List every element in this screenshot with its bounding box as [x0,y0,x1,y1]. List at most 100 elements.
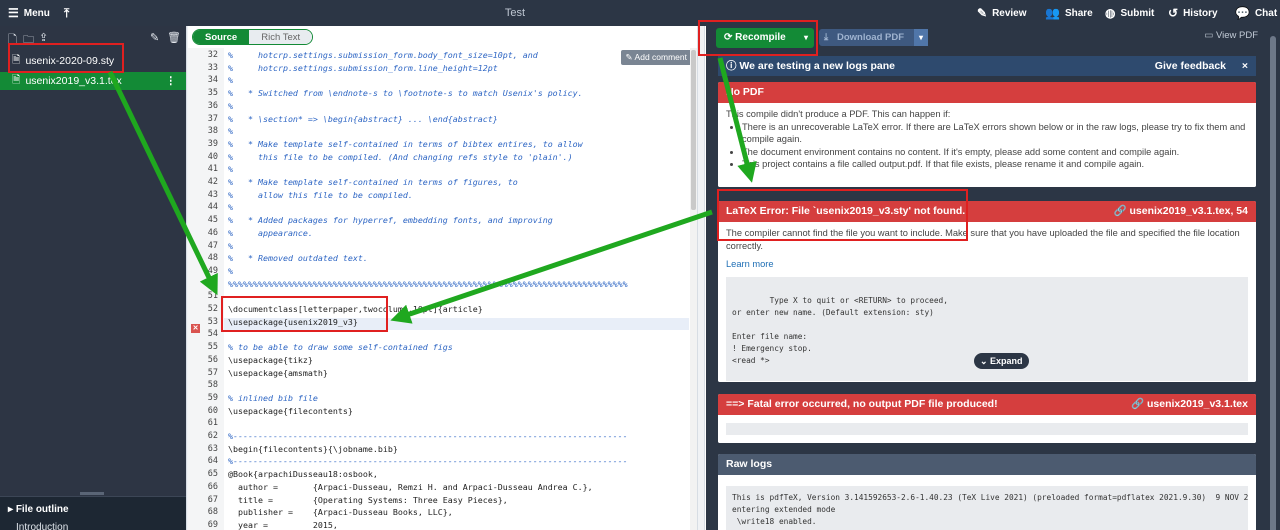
rename-icon[interactable]: ✎ [150,31,159,44]
code-line[interactable]: % [228,265,233,277]
download-icon: ⤓ [824,32,829,43]
reason-item: The document environment contains no con… [742,146,1248,159]
annotation-box-recompile [698,20,818,56]
line-gutter: 32 33 34 35 36 37 38 39 40 41 42 43 44 45 46 47 48 49 50 51… [188,48,224,530]
code-line[interactable]: % appearance. [228,227,313,239]
line-number: 60 [207,405,218,416]
logs-info-banner: ⓘ We are testing a new logs pane Give fe… [718,56,1256,76]
line-number: 47 [207,240,218,251]
code-line[interactable]: % hotcrp.settings.submission_form.body_f… [228,49,538,61]
info-icon: ⓘ [726,60,737,72]
project-title: Test [504,7,526,19]
code-line[interactable]: % [228,240,233,252]
line-number: 58 [207,380,218,391]
chevron-down-icon[interactable]: ▾ [914,29,929,46]
line-number: 32 [207,50,218,60]
raw-logs-header[interactable]: Raw logs [718,454,1256,475]
file-item-tex[interactable]: 🗎 usenix2019_v3.1.tex ⋮ [0,72,186,90]
code-line[interactable]: % to be able to draw some self-contained… [228,341,453,353]
history-button[interactable]: ↺ History [1168,0,1218,26]
line-number: 43 [207,189,218,200]
rich-text-mode-button[interactable]: Rich Text [249,30,313,44]
delete-icon[interactable]: 🗑 [167,31,181,44]
code-line[interactable]: % * Make template self-contained in term… [228,176,518,188]
logs-scrollbar[interactable] [1270,36,1276,530]
latex-error-body: The compiler cannot find the file you wa… [718,222,1256,382]
code-line[interactable]: \usepackage{filecontents} [228,405,353,417]
code-line[interactable]: \usepackage{tikz} [228,354,313,366]
source-mode-button[interactable]: Source [193,30,250,44]
chat-button[interactable]: 💬 Chat [1235,0,1277,26]
code-line[interactable]: \begin{filecontents}{\jobname.bib} [228,443,398,455]
fatal-location-link[interactable]: 🔗 usenix2019_v3.1.tex [1131,394,1248,415]
code-line[interactable]: year = 2015, [228,519,338,530]
fatal-error-header[interactable]: ==> Fatal error occurred, no output PDF … [718,394,1256,415]
code-line[interactable]: % * \section* => \begin{abstract} ... \e… [228,113,498,125]
code-line[interactable]: % [228,201,233,213]
editor-pdf-divider[interactable] [697,26,705,530]
code-line[interactable]: % [228,74,233,86]
line-number: 62 [207,431,218,441]
raw-logs-card: Raw logs This is pdfTeX, Version 3.14159… [718,454,1256,530]
code-line[interactable]: % * Make template self-contained in term… [228,138,583,150]
reason-item: This project contains a file called outp… [742,158,1248,171]
error-marker-icon[interactable]: ✕ [191,324,200,333]
line-number: 36 [207,100,218,111]
editor-scrollbar[interactable] [690,48,697,530]
code-line[interactable]: % allow this file to be compiled. [228,189,413,201]
code-line[interactable]: % * Removed outdated text. [228,252,368,264]
file-outline-panel: ▸ File outline Introduction [0,496,186,530]
error-location-link[interactable]: 🔗 usenix2019_v3.1.tex, 54 [1113,201,1248,222]
code-line[interactable]: @Book{arpachiDusseau18:osbook, [228,468,378,480]
error-log-excerpt: Type X to quit or <RETURN> to proceed, o… [726,276,1248,381]
line-number: 52 [207,304,218,314]
file-outline-title[interactable]: ▸ File outline [8,504,69,515]
line-number: 53 [207,316,218,327]
code-line[interactable]: % * Added packages for hyperref, embeddi… [228,214,553,226]
code-line[interactable]: % [228,125,233,137]
code-line[interactable]: title = {Operating Systems: Three Easy P… [228,494,508,506]
pdf-logs-pane: ⟳ Recompile ▾ ⤓ Download PDF ▾ ▭ View PD… [706,26,1280,530]
view-pdf-button[interactable]: ▭ View PDF [1204,30,1258,41]
line-number: 51 [207,291,218,302]
line-number: 42 [207,177,218,187]
learn-more-link[interactable]: Learn more [726,258,1248,271]
line-number: 41 [207,164,218,175]
sidebar-resize-handle[interactable] [80,492,104,495]
close-icon[interactable]: × [1242,56,1248,76]
review-button[interactable]: ✎ Review [977,0,1027,26]
code-line[interactable]: % this file to be compiled. (And changin… [228,151,573,163]
code-line[interactable]: % hotcrp.settings.submission_form.line_h… [228,62,498,74]
code-line[interactable]: % * Switched from \endnote-s to \footnot… [228,87,583,99]
code-line[interactable]: \usepackage{amsmath} [228,367,328,379]
code-line[interactable]: % [228,163,233,175]
code-line[interactable]: author = {Arpaci-Dusseau, Remzi H. and A… [228,481,593,493]
line-number: 38 [207,126,218,137]
line-number: 59 [207,392,218,403]
line-number: 68 [207,507,218,518]
code-line[interactable]: % inlined bib file [228,392,318,404]
history-icon: ↺ [1168,6,1179,20]
share-button[interactable]: 👥 Share [1045,0,1093,26]
users-icon: 👥 [1045,6,1060,20]
file-menu-icon[interactable]: ⋮ [166,75,177,87]
file-icon: 🗎 [12,74,21,86]
outline-item[interactable]: Introduction [16,522,68,530]
code-line[interactable]: publisher = {Arpaci-Dusseau Books, LLC}, [228,506,453,518]
pdf-icon: ▭ [1204,30,1214,41]
add-comment-button[interactable]: ✎ Add comment [620,50,692,65]
give-feedback-link[interactable]: Give feedback [1155,56,1226,76]
line-number: 34 [207,75,218,86]
download-pdf-button[interactable]: ⤓ Download PDF ▾ [819,29,929,46]
code-line[interactable]: % [228,100,233,112]
line-number: 45 [207,215,218,226]
submit-button[interactable]: ◍ Submit [1105,0,1154,26]
reason-item: There is an unrecoverable LaTeX error. I… [742,121,1248,146]
code-line[interactable]: %---------------------------------------… [228,455,628,467]
annotation-box-sty-file [8,43,124,73]
code-line[interactable]: %---------------------------------------… [228,430,628,442]
code-editor: Source Rich Text 32 33 34 35 36 37 38 39 40 41 42 4… [188,26,697,530]
annotation-box-usepackage [221,296,388,332]
expand-button[interactable]: ⌄ Expand [974,352,1029,369]
code-line[interactable]: %%%%%%%%%%%%%%%%%%%%%%%%%%%%%%%%%%%%%%%%… [228,278,628,290]
